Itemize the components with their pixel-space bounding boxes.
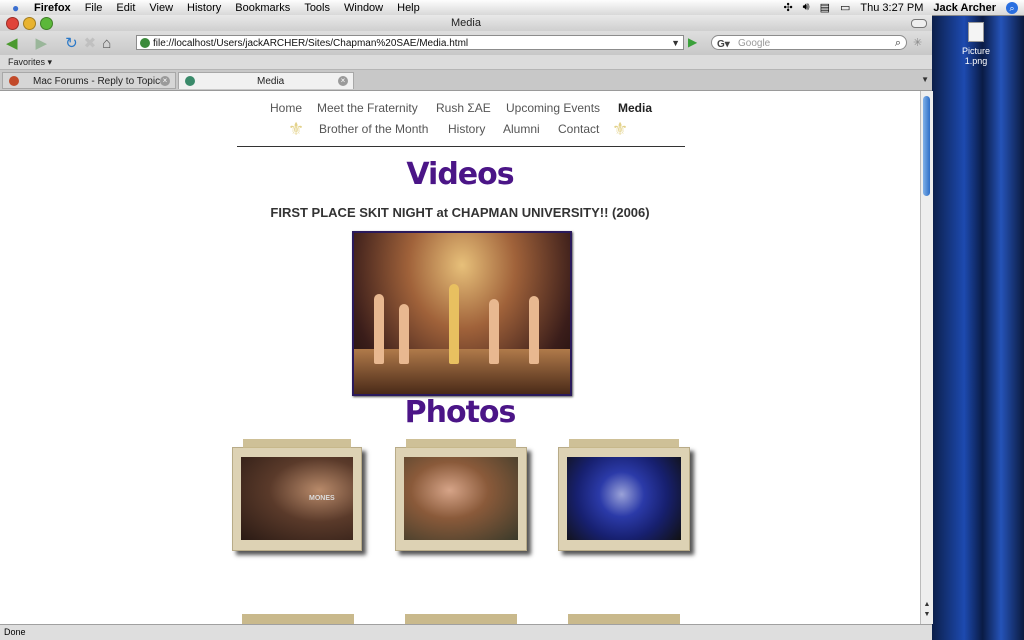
status-bar: Done <box>0 624 932 640</box>
tab-list-icon[interactable]: ▼ <box>921 75 929 84</box>
nav-divider <box>237 146 685 147</box>
file-icon <box>968 22 984 42</box>
tab-bar: Mac Forums - Reply to Topic × Media × ▼ <box>0 70 932 91</box>
bluetooth-icon[interactable]: ✣ <box>783 1 792 14</box>
minimize-window-icon[interactable] <box>23 17 36 30</box>
menu-bookmarks[interactable]: Bookmarks <box>235 2 290 14</box>
tape <box>405 614 517 624</box>
photos-heading: Photos <box>404 395 517 430</box>
stop-icon[interactable]: ✖ <box>84 34 97 52</box>
navigation-toolbar: ◀ ▶ ↻ ✖ ⌂ file://localhost/Users/jackARC… <box>0 31 932 55</box>
mac-forums-favicon <box>9 76 19 86</box>
favorites-menu[interactable]: Favorites ▾ <box>8 57 52 67</box>
site-nav-upcoming-events[interactable]: Upcoming Events <box>506 101 600 115</box>
tab-media[interactable]: Media × <box>178 72 354 89</box>
globe-favicon <box>185 76 195 86</box>
photo-shirt-text: MONES <box>309 495 335 502</box>
menu-app-firefox[interactable]: Firefox <box>34 2 71 14</box>
search-input[interactable]: G▾ Google ⌕ <box>711 35 907 50</box>
site-globe-icon <box>140 38 150 48</box>
url-text: file://localhost/Users/jackARCHER/Sites/… <box>153 38 469 49</box>
video-dancer <box>489 299 499 364</box>
close-tab-icon[interactable]: × <box>338 76 348 86</box>
videos-heading: Videos <box>406 157 514 192</box>
close-tab-icon[interactable]: × <box>160 76 170 86</box>
search-engine-icon[interactable]: G▾ <box>717 37 730 52</box>
desktop-file[interactable]: Picture 1.png <box>951 22 1001 66</box>
menu-view[interactable]: View <box>149 2 173 14</box>
tape <box>568 614 680 624</box>
video-dancer <box>374 294 384 364</box>
photo-couple: MONES <box>241 457 353 540</box>
go-arrow-icon[interactable]: ▶ <box>688 35 697 49</box>
battery-icon[interactable]: ▭ <box>840 1 850 14</box>
scroll-up-arrow-icon[interactable]: ▲ <box>921 601 933 611</box>
page-content: Home Meet the Fraternity Rush ΣAE Upcomi… <box>0 91 920 624</box>
menu-clock[interactable]: Thu 3:27 PM <box>860 2 923 14</box>
menu-edit[interactable]: Edit <box>116 2 135 14</box>
tape <box>242 614 354 624</box>
site-nav-brother-of-the-month[interactable]: Brother of the Month <box>319 122 428 136</box>
photo-stage-performance <box>567 457 681 540</box>
window-title: Media <box>451 17 481 29</box>
photo-frame[interactable] <box>395 439 527 551</box>
video-dancer <box>529 296 539 364</box>
menu-file[interactable]: File <box>85 2 103 14</box>
back-arrow-icon[interactable]: ◀ <box>6 34 18 52</box>
vertical-scrollbar[interactable]: ▲ ▼ <box>920 91 933 624</box>
photo-frame[interactable]: MONES <box>232 439 362 551</box>
photo-frame[interactable] <box>558 439 690 551</box>
site-nav-contact[interactable]: Contact <box>558 122 599 136</box>
fleur-de-lis-icon: ⚜ <box>612 119 629 139</box>
status-text: Done <box>4 627 26 637</box>
menu-window[interactable]: Window <box>344 2 383 14</box>
menu-history[interactable]: History <box>187 2 221 14</box>
tape <box>569 439 679 448</box>
home-icon[interactable]: ⌂ <box>102 35 111 52</box>
scroll-down-arrow-icon[interactable]: ▼ <box>921 611 933 621</box>
photo-friends <box>404 457 518 540</box>
desktop-background <box>932 16 1024 640</box>
site-nav-rush[interactable]: Rush ΣAE <box>436 101 491 115</box>
scrollbar-thumb[interactable] <box>923 96 930 196</box>
menu-tools[interactable]: Tools <box>304 2 330 14</box>
volume-icon[interactable]: 🔊︎ <box>803 1 810 14</box>
fleur-de-lis-icon: ⚜ <box>288 119 305 139</box>
url-bar[interactable]: file://localhost/Users/jackARCHER/Sites/… <box>136 35 684 50</box>
search-icon[interactable]: ⌕ <box>895 36 901 51</box>
tape <box>243 439 351 448</box>
menu-bar: ● Firefox File Edit View History Bookmar… <box>0 0 1024 16</box>
site-nav-home[interactable]: Home <box>270 101 302 115</box>
zoom-window-icon[interactable] <box>40 17 53 30</box>
flag-icon[interactable]: ▤ <box>820 1 830 14</box>
desktop-file-label: Picture 1.png <box>961 46 990 66</box>
bookmarks-toolbar: Favorites ▾ <box>0 55 932 70</box>
site-nav-media[interactable]: Media <box>618 101 652 115</box>
video-player[interactable] <box>352 231 572 396</box>
forward-arrow-icon[interactable]: ▶ <box>36 34 48 52</box>
site-nav-alumni[interactable]: Alumni <box>503 122 540 136</box>
tab-label: Media <box>257 76 285 87</box>
throbber-icon: ✳ <box>913 37 923 49</box>
title-bar[interactable]: Media <box>0 15 932 31</box>
video-dancer <box>399 304 409 364</box>
video-title: FIRST PLACE SKIT NIGHT at CHAPMAN UNIVER… <box>270 205 650 220</box>
tab-label: Mac Forums - Reply to Topic <box>33 76 161 87</box>
menu-user[interactable]: Jack Archer <box>933 2 996 14</box>
site-nav-history[interactable]: History <box>448 122 485 136</box>
video-dancer <box>449 284 459 364</box>
search-placeholder: Google <box>738 38 771 49</box>
spotlight-icon[interactable]: ⌕ <box>1006 1 1018 14</box>
close-window-icon[interactable] <box>6 17 19 30</box>
site-nav-meet-the-fraternity[interactable]: Meet the Fraternity <box>317 101 418 115</box>
tab-mac-forums[interactable]: Mac Forums - Reply to Topic × <box>2 72 176 89</box>
apple-menu-icon[interactable]: ● <box>12 2 26 14</box>
reload-icon[interactable]: ↻ <box>65 34 78 52</box>
tape <box>406 439 516 448</box>
menu-help[interactable]: Help <box>397 2 420 14</box>
toolbar-toggle-icon[interactable] <box>911 19 927 28</box>
url-dropdown-icon[interactable]: ▼ <box>671 36 680 51</box>
